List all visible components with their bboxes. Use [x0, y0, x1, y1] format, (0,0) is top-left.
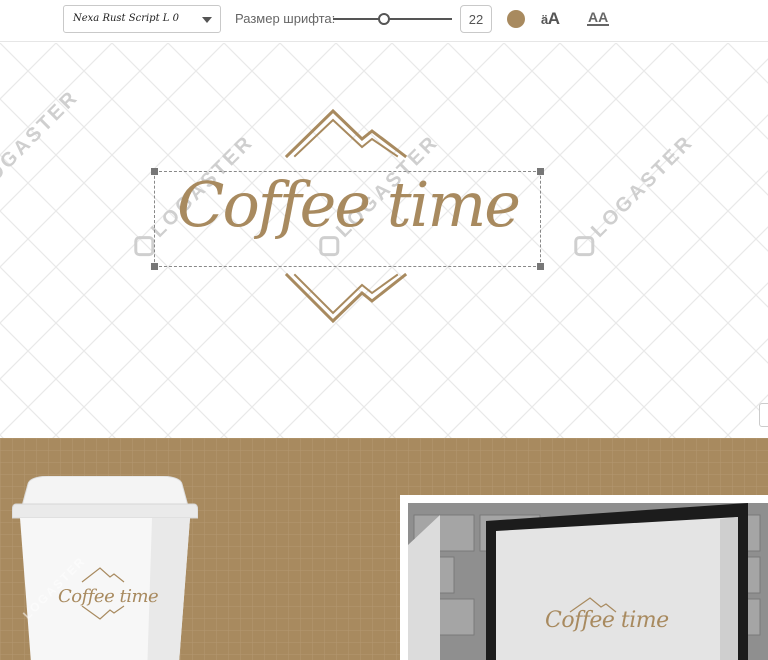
coffee-cup-mockup	[12, 476, 198, 660]
text-color-picker[interactable]	[507, 10, 525, 28]
side-panel-button[interactable]	[759, 403, 768, 427]
slider-thumb[interactable]	[377, 13, 390, 25]
letter-spacing-button[interactable]: AA	[587, 9, 610, 26]
text-case-button[interactable]: äA	[541, 9, 560, 29]
font-family-select[interactable]: Nexa Rust Script L 0	[63, 5, 221, 33]
chevron-down-icon	[202, 17, 212, 23]
font-size-input[interactable]: 22	[460, 5, 492, 33]
signboard-mockup	[400, 495, 768, 660]
text-selection-box[interactable]	[151, 168, 544, 270]
resize-handle[interactable]	[537, 168, 544, 175]
logaster-logo-icon	[134, 235, 155, 256]
resize-handle[interactable]	[151, 168, 158, 175]
font-size-slider[interactable]	[333, 12, 452, 26]
letter-spacing-icon: AA	[588, 9, 609, 25]
editor-toolbar: Nexa Rust Script L 0 Размер шрифта: 22 ä…	[0, 0, 768, 42]
logo-canvas[interactable]: LOGASTER LOGASTER LOGASTER LOGASTER Coff…	[0, 43, 768, 438]
slider-track	[333, 18, 452, 20]
logaster-logo-icon	[574, 235, 595, 256]
resize-handle[interactable]	[537, 263, 544, 270]
text-case-icon: äA	[541, 9, 560, 28]
sign-logo-text: Coffee time	[545, 608, 669, 633]
resize-handle[interactable]	[151, 263, 158, 270]
mockup-preview: Coffee time Coffee time LOGASTER	[0, 438, 768, 660]
cup-logo-text: Coffee time	[58, 586, 159, 607]
font-family-value: Nexa Rust Script L 0	[73, 13, 179, 24]
font-size-label: Размер шрифта:	[235, 11, 336, 26]
